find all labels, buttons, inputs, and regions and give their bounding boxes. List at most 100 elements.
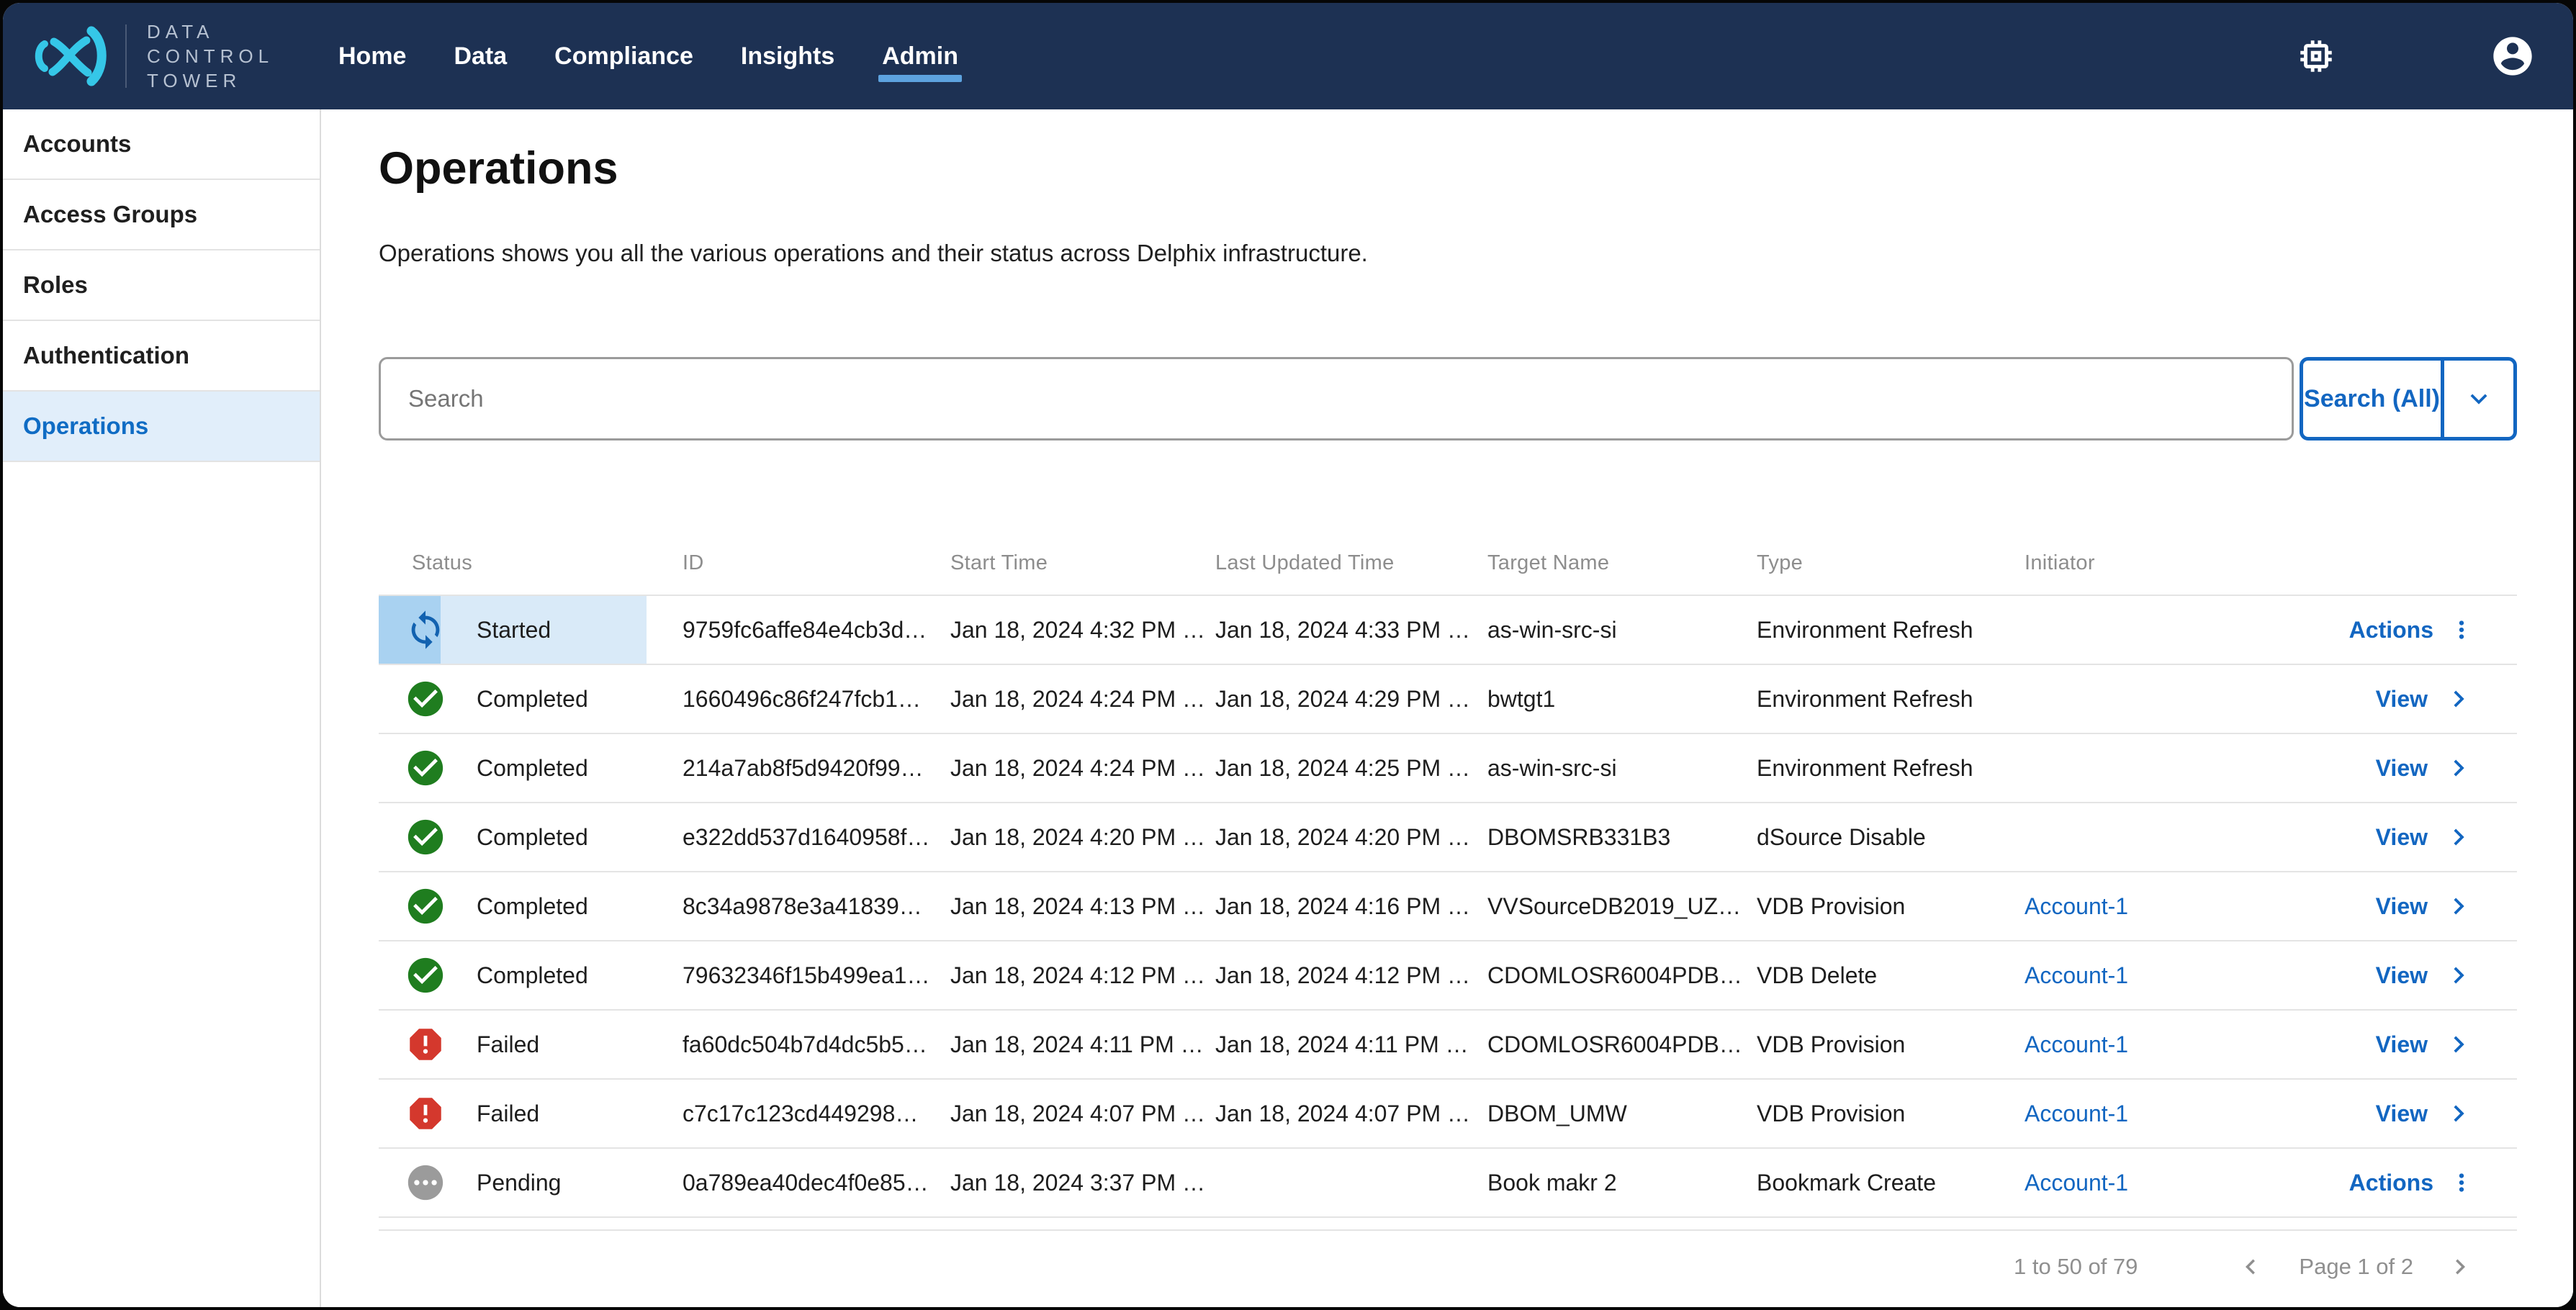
initiator-link[interactable]: Account-1	[2025, 962, 2128, 988]
row-action-button[interactable]: View	[2243, 821, 2517, 854]
pagination-prev-button[interactable]	[2235, 1252, 2266, 1282]
operation-type: Environment Refresh	[1757, 686, 2025, 713]
start-time: Jan 18, 2024 4:13 PM …	[950, 893, 1215, 920]
last-updated-time: Jan 18, 2024 4:16 PM …	[1215, 893, 1487, 920]
target-name: Book makr 2	[1487, 1170, 1757, 1196]
chevron-left-icon	[2235, 1252, 2266, 1282]
status-label: Completed	[477, 686, 588, 713]
initiator-link[interactable]: Account-1	[2025, 1101, 2128, 1126]
status-cell[interactable]: Completed	[379, 734, 683, 802]
sidebar-item-access-groups[interactable]: Access Groups	[3, 180, 320, 250]
operation-id: c7c17c123cd449298…	[683, 1101, 950, 1127]
last-updated-time: Jan 18, 2024 4:20 PM …	[1215, 824, 1487, 851]
nav-tab-insights[interactable]: Insights	[741, 42, 834, 71]
row-action-button[interactable]: View	[2243, 890, 2517, 923]
row-action-button[interactable]: View	[2243, 959, 2517, 992]
status-label: Failed	[477, 1101, 539, 1127]
status-label: Completed	[477, 962, 588, 989]
start-time: Jan 18, 2024 4:24 PM …	[950, 686, 1215, 713]
initiator-link[interactable]: Account-1	[2025, 893, 2128, 919]
last-updated-time: Jan 18, 2024 4:12 PM …	[1215, 962, 1487, 989]
chevron-down-icon	[2462, 382, 2495, 415]
action-label: View	[2376, 893, 2428, 920]
main-nav: Home Data Compliance Insights Admin	[338, 42, 958, 71]
chevron-right-icon	[2442, 890, 2475, 923]
brand-wordmark: DATA CONTROL TOWER	[147, 21, 274, 91]
initiator-cell: Account-1	[2025, 1170, 2243, 1196]
start-time: Jan 18, 2024 4:20 PM …	[950, 824, 1215, 851]
memory-chip-icon[interactable]	[2295, 35, 2337, 77]
row-action-button[interactable]: View	[2243, 1028, 2517, 1061]
column-header-status: Status	[379, 551, 683, 575]
table-header-row: Status ID Start Time Last Updated Time T…	[379, 531, 2517, 595]
status-label: Completed	[477, 824, 588, 851]
sidebar-item-label: Authentication	[23, 342, 189, 369]
operation-type: dSource Disable	[1757, 824, 2025, 851]
brand-logo: DATA CONTROL TOWER	[3, 21, 320, 91]
status-cell[interactable]: Pending	[379, 1149, 683, 1216]
pagination-page-label: Page 1 of 2	[2299, 1254, 2413, 1280]
search-input[interactable]	[379, 357, 2294, 441]
row-action-button[interactable]: Actions	[2243, 616, 2517, 643]
pagination-bar: 1 to 50 of 79 Page 1 of 2	[379, 1229, 2517, 1307]
brand-divider	[125, 24, 127, 88]
initiator-link[interactable]: Account-1	[2025, 1170, 2128, 1196]
sidebar-item-authentication[interactable]: Authentication	[3, 321, 320, 392]
table-row: Completed 8c34a9878e3a41839… Jan 18, 202…	[379, 871, 2517, 940]
start-time: Jan 18, 2024 4:32 PM …	[950, 617, 1215, 643]
action-label: View	[2376, 686, 2428, 713]
operation-type: Environment Refresh	[1757, 617, 2025, 643]
main-content: Operations Operations shows you all the …	[321, 109, 2573, 1307]
column-header-last-updated-time: Last Updated Time	[1215, 551, 1487, 575]
nav-tab-home[interactable]: Home	[338, 42, 406, 71]
initiator-link[interactable]: Account-1	[2025, 1031, 2128, 1057]
operation-type: VDB Provision	[1757, 1101, 2025, 1127]
operation-type: VDB Provision	[1757, 893, 2025, 920]
nav-tab-admin[interactable]: Admin	[882, 42, 958, 71]
operation-type: VDB Delete	[1757, 962, 2025, 989]
nav-tab-compliance[interactable]: Compliance	[554, 42, 693, 71]
search-row: Search (All)	[379, 357, 2517, 441]
initiator-cell: Account-1	[2025, 1031, 2243, 1058]
row-action-button[interactable]: Actions	[2243, 1169, 2517, 1196]
table-row: Completed 79632346f15b499ea1… Jan 18, 20…	[379, 940, 2517, 1009]
initiator-cell: Account-1	[2025, 962, 2243, 989]
column-header-start-time: Start Time	[950, 551, 1215, 575]
brand-line-2: CONTROL	[147, 45, 274, 67]
status-cell[interactable]: Completed	[379, 665, 683, 733]
row-action-button[interactable]: View	[2243, 682, 2517, 715]
operation-type: Environment Refresh	[1757, 755, 2025, 782]
search-button[interactable]: Search (All)	[2303, 361, 2444, 437]
account-circle-icon[interactable]	[2490, 33, 2536, 79]
table-body: Started 9759fc6affe84e4cb3d… Jan 18, 202…	[379, 595, 2517, 1218]
initiator-cell: Account-1	[2025, 893, 2243, 920]
operations-table: Status ID Start Time Last Updated Time T…	[379, 531, 2517, 1307]
pagination-next-button[interactable]	[2445, 1252, 2475, 1282]
sidebar-item-operations[interactable]: Operations	[3, 392, 320, 462]
row-action-button[interactable]: View	[2243, 751, 2517, 785]
completed-status-icon	[405, 678, 446, 720]
start-time: Jan 18, 2024 3:37 PM …	[950, 1170, 1215, 1196]
status-cell[interactable]: Completed	[379, 803, 683, 871]
chevron-right-icon	[2442, 1028, 2475, 1061]
sidebar-item-roles[interactable]: Roles	[3, 250, 320, 321]
completed-status-icon	[405, 747, 446, 789]
page-title: Operations	[379, 143, 2517, 194]
status-cell[interactable]: Failed	[379, 1011, 683, 1078]
status-cell[interactable]: Failed	[379, 1080, 683, 1147]
nav-tab-data[interactable]: Data	[454, 42, 507, 71]
search-scope-dropdown[interactable]	[2444, 361, 2513, 437]
status-cell[interactable]: Started	[379, 596, 683, 664]
chevron-right-icon	[2442, 1097, 2475, 1130]
kebab-menu-icon	[2448, 1169, 2475, 1196]
row-action-button[interactable]: View	[2243, 1097, 2517, 1130]
last-updated-time: Jan 18, 2024 4:33 PM …	[1215, 617, 1487, 643]
top-navigation-bar: DATA CONTROL TOWER Home Data Compliance …	[3, 3, 2573, 109]
status-cell[interactable]: Completed	[379, 872, 683, 940]
brand-line-3: TOWER	[147, 70, 274, 91]
operation-id: 0a789ea40dec4f0e85…	[683, 1170, 950, 1196]
failed-status-icon	[405, 1024, 446, 1065]
sidebar-item-label: Operations	[23, 412, 148, 440]
sidebar-item-accounts[interactable]: Accounts	[3, 109, 320, 180]
status-cell[interactable]: Completed	[379, 941, 683, 1009]
